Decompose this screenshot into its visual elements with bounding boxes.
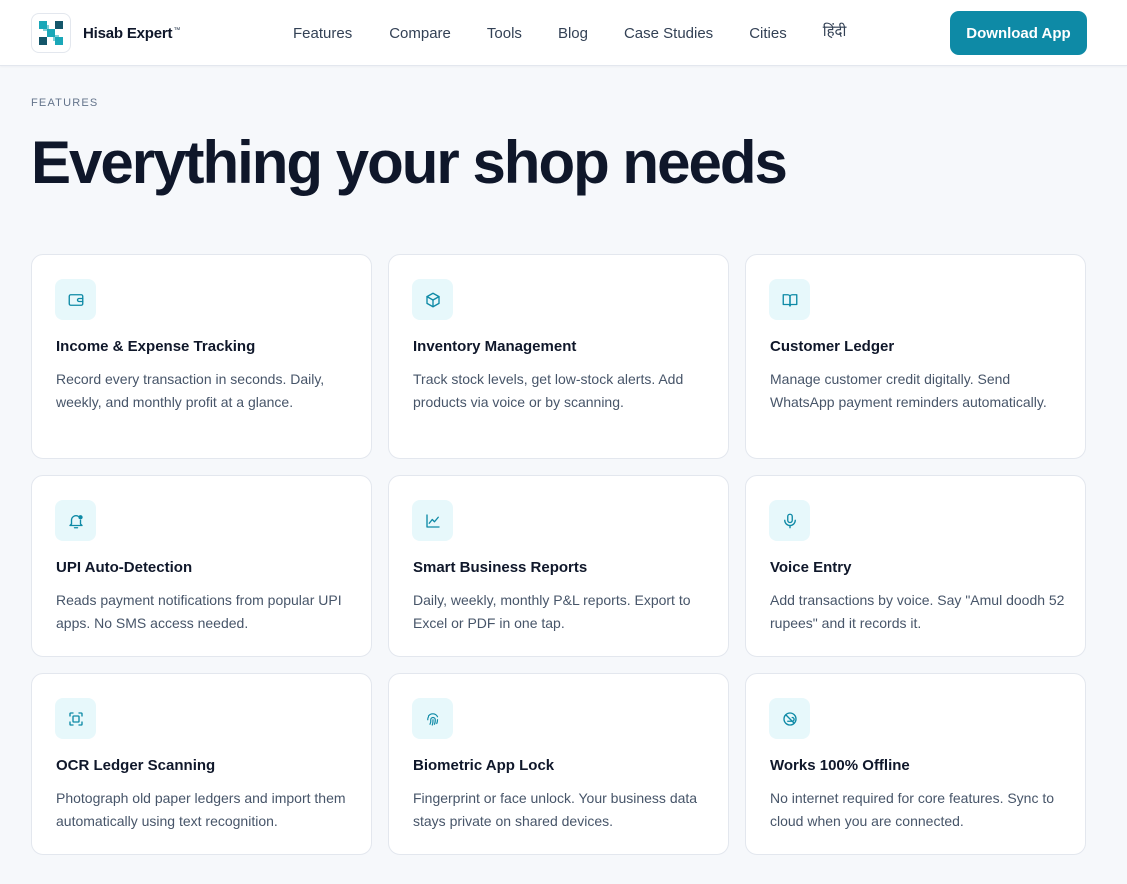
nav-link-tools[interactable]: Tools <box>487 25 522 42</box>
feature-title: UPI Auto-Detection <box>56 559 193 576</box>
feature-description: Fingerprint or face unlock. Your busines… <box>413 790 698 829</box>
feature-title: Voice Entry <box>770 559 852 576</box>
feature-title: Inventory Management <box>413 338 577 355</box>
feature-card: Smart Business Reports Daily, weekly, mo… <box>388 475 729 657</box>
top-navbar: Hisab Expert™ Features Compare Tools Blo… <box>0 0 1127 66</box>
feature-description: Track stock levels, get low-stock alerts… <box>413 371 684 410</box>
feature-card: OCR Ledger Scanning Photograph old paper… <box>31 673 372 855</box>
download-app-button[interactable]: Download App <box>950 11 1087 55</box>
nav-link-compare[interactable]: Compare <box>389 25 451 42</box>
bell-icon <box>55 500 96 541</box>
feature-description: Manage customer credit digitally. Send W… <box>770 371 1047 410</box>
section-headline: Everything your shop needs <box>31 129 788 196</box>
feature-card: Works 100% Offline No internet required … <box>745 673 1086 855</box>
box-icon <box>412 279 453 320</box>
logo-icon <box>31 13 71 53</box>
nav-link-hindi[interactable]: हिंदी <box>823 21 847 41</box>
feature-card: Inventory Management Track stock levels,… <box>388 254 729 459</box>
feature-title: Biometric App Lock <box>413 757 555 774</box>
brand-logo-link[interactable]: Hisab Expert™ <box>31 13 180 53</box>
feature-description: Add transactions by voice. Say "Amul doo… <box>770 592 1065 631</box>
feature-description: Daily, weekly, monthly P&L reports. Expo… <box>413 592 691 631</box>
feature-title: Customer Ledger <box>770 338 895 355</box>
feature-title: Works 100% Offline <box>770 757 910 774</box>
feature-card: Biometric App Lock Fingerprint or face u… <box>388 673 729 855</box>
feature-description: No internet required for core features. … <box>770 790 1055 829</box>
trademark-symbol: ™ <box>173 26 181 34</box>
feature-title: Income & Expense Tracking <box>56 338 256 355</box>
feature-title: Smart Business Reports <box>413 559 588 576</box>
book-icon <box>769 279 810 320</box>
scan-icon <box>55 698 96 739</box>
feature-description: Record every transaction in seconds. Dai… <box>56 371 325 410</box>
nav-link-features[interactable]: Features <box>293 25 352 42</box>
brand-name: Hisab Expert™ <box>83 24 181 42</box>
feature-description: Reads payment notifications from popular… <box>56 592 342 631</box>
cloud-off-icon <box>769 698 810 739</box>
feature-description: Photograph old paper ledgers and import … <box>56 790 346 829</box>
section-eyebrow: FEATURES <box>31 97 99 109</box>
fingerprint-icon <box>412 698 453 739</box>
nav-link-case-studies[interactable]: Case Studies <box>624 25 713 42</box>
feature-card: UPI Auto-Detection Reads payment notific… <box>31 475 372 657</box>
line-chart-icon <box>412 500 453 541</box>
microphone-icon <box>769 500 810 541</box>
wallet-icon <box>55 279 96 320</box>
nav-link-cities[interactable]: Cities <box>749 25 787 42</box>
feature-card: Voice Entry Add transactions by voice. S… <box>745 475 1086 657</box>
nav-link-blog[interactable]: Blog <box>558 25 588 42</box>
feature-title: OCR Ledger Scanning <box>56 757 216 774</box>
main-nav: Features Compare Tools Blog Case Studies… <box>293 0 846 66</box>
feature-card: Income & Expense Tracking Record every t… <box>31 254 372 459</box>
feature-card: Customer Ledger Manage customer credit d… <box>745 254 1086 459</box>
